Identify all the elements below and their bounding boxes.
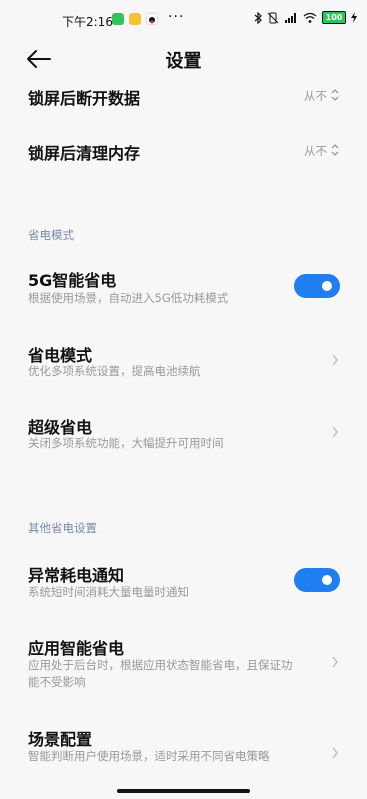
abnormal-drain-notify-toggle[interactable]	[294, 568, 340, 592]
wifi-icon	[303, 12, 317, 23]
app-header: 设置	[0, 40, 367, 76]
row-desc: 优化多项系统设置，提高电池续航	[28, 364, 201, 378]
more-notifications-icon: ···	[168, 9, 185, 25]
status-time: 下午2:16	[62, 15, 113, 29]
chevron-right-icon	[332, 656, 338, 668]
abnormal-drain-notify-row[interactable]: 异常耗电通知 系统短时间消耗大量电量时通知	[0, 561, 367, 606]
row-value: 从不	[304, 89, 327, 103]
lock-clear-memory-row[interactable]: 锁屏后清理内存 从不	[0, 137, 367, 167]
home-indicator[interactable]	[117, 789, 250, 793]
row-title: 异常耗电通知	[28, 566, 125, 585]
select-updown-icon	[331, 144, 339, 156]
toggle-knob	[322, 281, 332, 291]
5g-smart-saving-row[interactable]: 5G智能省电 根据使用场景，自动进入5G低功耗模式	[0, 265, 367, 310]
row-title: 应用智能省电	[28, 639, 125, 658]
row-desc: 系统短时间消耗大量电量时通知	[28, 585, 189, 599]
row-value: 从不	[304, 144, 327, 158]
super-saving-row[interactable]: 超级省电 关闭多项系统功能，大幅提升可用时间	[0, 412, 367, 457]
bluetooth-icon	[254, 11, 262, 24]
row-title: 场景配置	[28, 730, 93, 749]
chevron-right-icon	[332, 426, 338, 438]
status-bar: 下午2:16 ··· 100	[0, 0, 367, 40]
row-title: 锁屏后清理内存	[28, 144, 141, 163]
lock-disconnect-data-row[interactable]: 锁屏后断开数据 从不	[0, 82, 367, 112]
chevron-right-icon	[332, 354, 338, 366]
toggle-knob	[322, 575, 332, 585]
row-title: 锁屏后断开数据	[28, 89, 141, 108]
5g-smart-saving-toggle[interactable]	[294, 274, 340, 298]
select-updown-icon	[331, 89, 339, 101]
row-desc: 根据使用场景，自动进入5G低功耗模式	[28, 291, 229, 305]
row-desc: 应用处于后台时，根据应用状态智能省电，且保证功能不受影响	[28, 658, 293, 689]
power-saving-mode-row[interactable]: 省电模式 优化多项系统设置，提高电池续航	[0, 340, 367, 385]
chevron-right-icon	[332, 747, 338, 759]
section-power-label: 省电模式	[28, 228, 74, 242]
scene-config-row[interactable]: 场景配置 智能判断用户使用场景，适时采用不同省电策略	[0, 724, 367, 784]
vibrate-off-icon	[267, 12, 279, 23]
qq-icon	[146, 13, 158, 25]
charging-icon	[351, 12, 357, 23]
row-title: 5G智能省电	[28, 271, 117, 290]
app-smart-saving-row[interactable]: 应用智能省电 应用处于后台时，根据应用状态智能省电，且保证功能不受影响	[0, 633, 367, 695]
wechat-icon	[112, 13, 124, 25]
page-title: 设置	[165, 51, 202, 72]
battery-icon: 100	[322, 11, 346, 24]
row-desc: 智能判断用户使用场景，适时采用不同省电策略	[28, 749, 270, 763]
signal-icon	[285, 12, 296, 23]
notes-icon	[129, 13, 141, 25]
section-other-label: 其他省电设置	[28, 521, 97, 535]
status-icons: 100	[254, 11, 357, 24]
row-desc: 关闭多项系统功能，大幅提升可用时间	[28, 436, 224, 450]
